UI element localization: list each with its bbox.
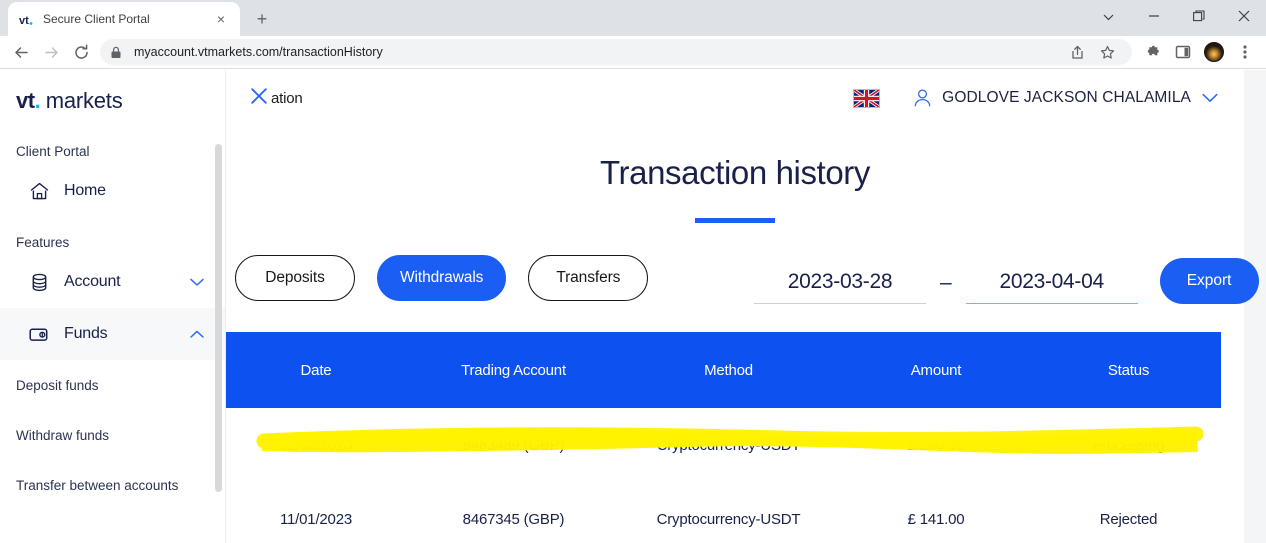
sidebar-item-home[interactable]: Home: [0, 165, 226, 217]
page-content: vt. markets Client Portal Home Features: [0, 70, 1266, 543]
date-separator: –: [940, 271, 952, 294]
browser-toolbar: myaccount.vtmarkets.com/transactionHisto…: [0, 36, 1266, 69]
forward-icon[interactable]: [36, 38, 66, 66]
brand-logo: vt. markets: [0, 70, 226, 114]
sidebar-subitem-transfer-between-accounts[interactable]: Transfer between accounts: [0, 460, 226, 510]
database-icon: [28, 272, 50, 293]
column-header-trading-account: Trading Account: [461, 361, 566, 379]
vt-favicon-icon: vt: [18, 11, 34, 27]
browser-window: vt Secure Client Portal × + myaccount.vt…: [0, 0, 1266, 543]
logo-markets-text: markets: [45, 88, 123, 113]
cell-status: Processing: [1092, 436, 1165, 454]
uk-flag-icon[interactable]: [853, 88, 881, 108]
cell-date: 11/01/2023: [280, 510, 352, 528]
user-name: GODLOVE JACKSON CHALAMILA: [942, 89, 1191, 106]
filter-controls: Deposits Withdrawals Transfers 2023-03-2…: [226, 252, 1259, 304]
side-panel-icon[interactable]: [1168, 38, 1198, 66]
table-header-row: Date Trading Account Method Amount Statu…: [226, 332, 1221, 408]
sidebar-section-client-portal: Client Portal: [16, 144, 90, 159]
date-range: 2023-03-28 – 2023-04-04 Export: [754, 252, 1259, 304]
tab-transfers[interactable]: Transfers: [528, 255, 649, 301]
column-header-method: Method: [704, 361, 753, 379]
avatar[interactable]: [1204, 42, 1224, 62]
notification-text: ation: [271, 89, 303, 107]
chevron-up-icon[interactable]: [190, 330, 204, 339]
title-underline: [695, 218, 775, 223]
column-header-amount: Amount: [910, 361, 962, 379]
cell-status: Rejected: [1099, 510, 1158, 528]
url-text: myaccount.vtmarkets.com/transactionHisto…: [134, 45, 383, 59]
tab-withdrawals[interactable]: Withdrawals: [377, 255, 507, 301]
cell-account: 8483489 (GBP): [462, 436, 565, 454]
column-header-date: Date: [300, 361, 332, 379]
sidebar: vt. markets Client Portal Home Features: [0, 70, 226, 543]
cell-account: 8467345 (GBP): [462, 510, 565, 528]
sidebar-subitem-withdraw-funds[interactable]: Withdraw funds: [0, 410, 226, 460]
tab-close-icon[interactable]: ×: [212, 10, 230, 28]
user-icon: [913, 88, 932, 108]
main-content: ation GODLOVE JACKSON CHALAMILA Transact…: [226, 70, 1266, 543]
collapse-chevron-icon[interactable]: [1086, 0, 1131, 32]
new-tab-button[interactable]: +: [248, 5, 276, 33]
date-to-input[interactable]: 2023-04-04: [965, 270, 1138, 304]
column-header-status: Status: [1107, 361, 1150, 379]
lock-icon: [110, 46, 126, 59]
sidebar-item-account[interactable]: Account: [0, 256, 226, 308]
cell-amount: £ 141.00: [907, 510, 965, 528]
minimize-icon[interactable]: [1131, 0, 1176, 32]
kebab-menu-icon[interactable]: [1230, 38, 1260, 66]
svg-text:vt: vt: [19, 15, 29, 27]
chevron-down-icon[interactable]: [1202, 93, 1218, 103]
maximize-icon[interactable]: [1176, 0, 1221, 32]
table-row[interactable]: 11/01/2023 8467345 (GBP) Cryptocurrency-…: [226, 482, 1221, 543]
chevron-down-icon[interactable]: [190, 278, 204, 287]
sidebar-section-features: Features: [16, 235, 70, 250]
notification-banner: ation: [250, 87, 303, 109]
cell-method: Cryptocurrency-USDT: [656, 436, 801, 454]
back-icon[interactable]: [6, 38, 36, 66]
date-from-input[interactable]: 2023-03-28: [754, 270, 926, 304]
sidebar-item-funds[interactable]: Funds: [0, 308, 226, 360]
share-icon[interactable]: [1062, 38, 1092, 66]
window-controls: [1086, 0, 1266, 32]
browser-tab[interactable]: vt Secure Client Portal ×: [8, 2, 240, 36]
sidebar-scrollbar[interactable]: [215, 144, 222, 492]
home-icon: [28, 181, 50, 202]
window-close-icon[interactable]: [1221, 0, 1266, 32]
omnibox-actions: [1062, 38, 1122, 66]
close-icon[interactable]: [250, 87, 268, 109]
topbar-right: GODLOVE JACKSON CHALAMILA: [853, 70, 1218, 126]
content-topbar: ation GODLOVE JACKSON CHALAMILA: [226, 70, 1244, 126]
address-bar[interactable]: myaccount.vtmarkets.com/transactionHisto…: [100, 39, 1132, 65]
browser-titlebar: vt Secure Client Portal × +: [0, 0, 1266, 36]
sidebar-item-funds-label: Funds: [64, 325, 108, 342]
tab-title: Secure Client Portal: [43, 12, 150, 26]
table-row[interactable]: 02/02/2023 8483489 (GBP) Cryptocurrency-…: [226, 408, 1221, 482]
reload-icon[interactable]: [66, 38, 96, 66]
sidebar-subitem-deposit-funds[interactable]: Deposit funds: [0, 360, 226, 410]
transactions-table: Date Trading Account Method Amount Statu…: [226, 332, 1221, 543]
cell-amount: £ 280.00: [907, 436, 965, 454]
export-button[interactable]: Export: [1159, 258, 1259, 304]
wallet-icon: [28, 324, 50, 345]
sidebar-item-account-label: Account: [64, 273, 121, 290]
sidebar-item-home-label: Home: [64, 182, 106, 199]
toolbar-right: [1138, 38, 1260, 66]
cell-date: 02/02/2023: [279, 436, 353, 454]
star-icon[interactable]: [1092, 38, 1122, 66]
logo-dot: .: [34, 88, 41, 113]
page-title: Transaction history: [600, 154, 870, 191]
cell-method: Cryptocurrency-USDT: [656, 510, 801, 528]
puzzle-icon[interactable]: [1138, 38, 1168, 66]
logo-vt-text: vt: [16, 88, 35, 113]
tab-deposits[interactable]: Deposits: [235, 255, 355, 301]
